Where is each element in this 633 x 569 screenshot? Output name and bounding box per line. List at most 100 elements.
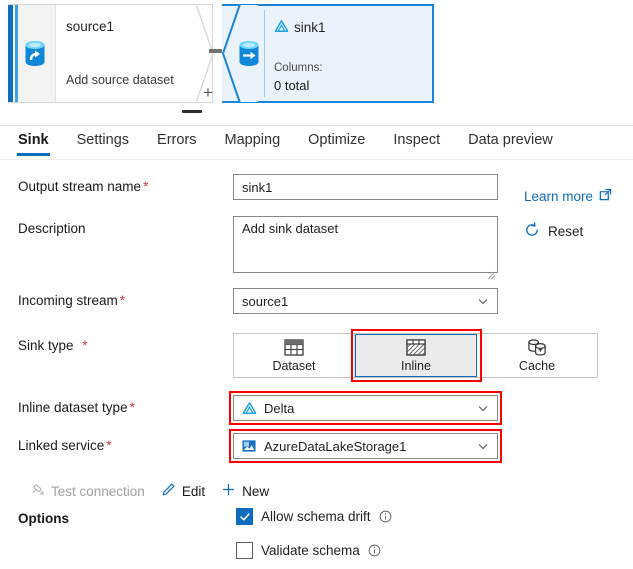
learn-more-label: Learn more	[524, 188, 594, 204]
allow-schema-drift-label: Allow schema drift	[261, 509, 371, 524]
control-sink-type: Dataset Inline Cache	[233, 329, 598, 382]
source-node-subtitle: Add source dataset	[66, 73, 174, 87]
database-sink-icon	[236, 40, 262, 68]
test-connection-button[interactable]: Test connection	[30, 482, 145, 500]
tab-inspect[interactable]: Inspect	[392, 126, 441, 158]
required-asterisk: *	[143, 179, 149, 194]
edit-linked-service-button[interactable]: Edit	[161, 482, 205, 500]
row-sink-type: Sink type * Dataset Inline Cache	[0, 329, 633, 395]
control-incoming-stream: source1	[233, 288, 498, 314]
info-circle-icon[interactable]	[368, 544, 381, 557]
sink-node-divider	[264, 10, 265, 97]
row-incoming-stream: Incoming stream * source1	[0, 288, 633, 333]
add-node-plus-button[interactable]: +	[203, 84, 213, 101]
incoming-stream-dropdown[interactable]: source1	[233, 288, 498, 314]
plug-connection-icon	[30, 482, 45, 500]
validate-schema-label: Validate schema	[261, 543, 360, 558]
allow-schema-drift-checkbox[interactable]	[236, 508, 253, 525]
inline-dataset-type-value: Delta	[264, 400, 295, 416]
required-asterisk: *	[129, 400, 135, 415]
label-linked-service-text: Linked service	[18, 438, 105, 453]
label-inline-dataset-type: Inline dataset type *	[18, 395, 233, 415]
label-output-stream-name: Output stream name *	[18, 174, 233, 194]
linked-service-actions-toolbar: Test connection Edit New	[30, 482, 269, 500]
cache-cylinders-icon	[527, 339, 548, 357]
sink-type-option-inline[interactable]: Inline	[355, 334, 477, 377]
sink-type-option-cache[interactable]: Cache	[477, 334, 597, 377]
external-link-icon	[599, 188, 612, 204]
tab-mapping[interactable]: Mapping	[224, 126, 282, 158]
inline-hatch-icon	[406, 339, 426, 357]
required-asterisk: *	[82, 338, 88, 353]
required-asterisk: *	[119, 293, 126, 308]
label-description: Description	[18, 221, 86, 236]
tab-settings[interactable]: Settings	[76, 126, 130, 158]
source-rail-accent-secondary	[15, 5, 18, 102]
control-inline-dataset-type: Delta	[229, 391, 502, 425]
plus-icon	[221, 482, 236, 500]
reset-button[interactable]: Reset	[524, 222, 583, 241]
label-sink-type-text: Sink type	[18, 338, 74, 353]
control-description	[233, 216, 498, 280]
label-output-stream-name-text: Output stream name	[18, 179, 142, 194]
reset-label: Reset	[548, 224, 584, 239]
sink-node-title: sink1	[274, 19, 326, 36]
source-node-rail	[8, 5, 56, 102]
source-rail-accent	[8, 5, 13, 102]
linked-service-dropdown[interactable]: AzureDataLakeStorage1	[233, 433, 498, 459]
chevron-down-icon	[477, 295, 489, 307]
validate-schema-checkbox[interactable]	[236, 542, 253, 559]
sink-type-option-cache-label: Cache	[518, 358, 556, 373]
chevron-down-icon	[477, 440, 489, 452]
learn-more-link[interactable]: Learn more	[524, 188, 612, 204]
sink-type-segmented-control: Dataset Inline Cache	[233, 333, 598, 378]
linked-service-value: AzureDataLakeStorage1	[264, 438, 407, 454]
required-asterisk: *	[106, 438, 112, 453]
info-circle-icon[interactable]	[379, 510, 392, 523]
label-inline-dataset-type-text: Inline dataset type	[18, 400, 128, 415]
new-label: New	[242, 483, 270, 499]
inline-dataset-type-dropdown[interactable]: Delta	[233, 395, 498, 421]
pencil-edit-icon	[161, 482, 176, 500]
source-node-title: source1	[66, 19, 115, 34]
output-stream-name-input[interactable]	[233, 174, 498, 200]
control-output-stream-name	[233, 174, 498, 200]
description-textarea[interactable]	[233, 216, 498, 273]
database-source-icon	[22, 40, 48, 68]
options-label: Options	[18, 511, 69, 526]
incoming-stream-value: source1	[242, 293, 289, 309]
tab-sink[interactable]: Sink	[17, 126, 50, 158]
sink-node-columns-label: Columns:	[274, 62, 323, 74]
tab-errors[interactable]: Errors	[156, 126, 197, 158]
canvas-drag-handle[interactable]	[182, 110, 202, 113]
row-linked-service: Linked service * AzureDataLakeStorage1	[0, 429, 633, 471]
sink-type-option-dataset[interactable]: Dataset	[234, 334, 355, 377]
validate-schema-row: Validate schema	[236, 542, 381, 559]
label-linked-service: Linked service *	[18, 433, 233, 453]
allow-schema-drift-row: Allow schema drift	[236, 508, 392, 525]
refresh-circle-icon	[524, 222, 540, 241]
sink-node-title-text: sink1	[294, 20, 326, 35]
tab-data-preview[interactable]: Data preview	[467, 126, 554, 158]
sink-type-option-inline-label: Inline	[401, 358, 431, 373]
test-connection-label: Test connection	[51, 483, 145, 499]
label-sink-type: Sink type *	[18, 333, 233, 353]
row-inline-dataset-type: Inline dataset type * Delta	[0, 391, 633, 433]
delta-lake-icon	[274, 19, 289, 36]
new-linked-service-button[interactable]: New	[221, 482, 269, 500]
azure-data-lake-icon	[242, 439, 257, 454]
tabs-baseline	[0, 159, 633, 160]
control-linked-service: AzureDataLakeStorage1	[229, 429, 502, 463]
chevron-down-icon	[477, 402, 489, 414]
source-node[interactable]: source1 Add source dataset	[8, 4, 213, 103]
sink-settings-form: Output stream name* Description Incoming…	[0, 162, 633, 471]
sink-type-option-dataset-label: Dataset	[272, 358, 316, 373]
edit-label: Edit	[181, 483, 206, 499]
canvas-resize-separator	[0, 108, 633, 126]
tab-optimize[interactable]: Optimize	[307, 126, 366, 158]
label-incoming-stream: Incoming stream *	[18, 288, 233, 308]
data-flow-canvas: source1 Add source dataset + sink1 Colum…	[0, 0, 633, 108]
detail-tabs: Sink Settings Errors Mapping Optimize In…	[0, 126, 633, 162]
delta-lake-icon	[242, 401, 257, 416]
table-grid-icon	[284, 339, 304, 357]
